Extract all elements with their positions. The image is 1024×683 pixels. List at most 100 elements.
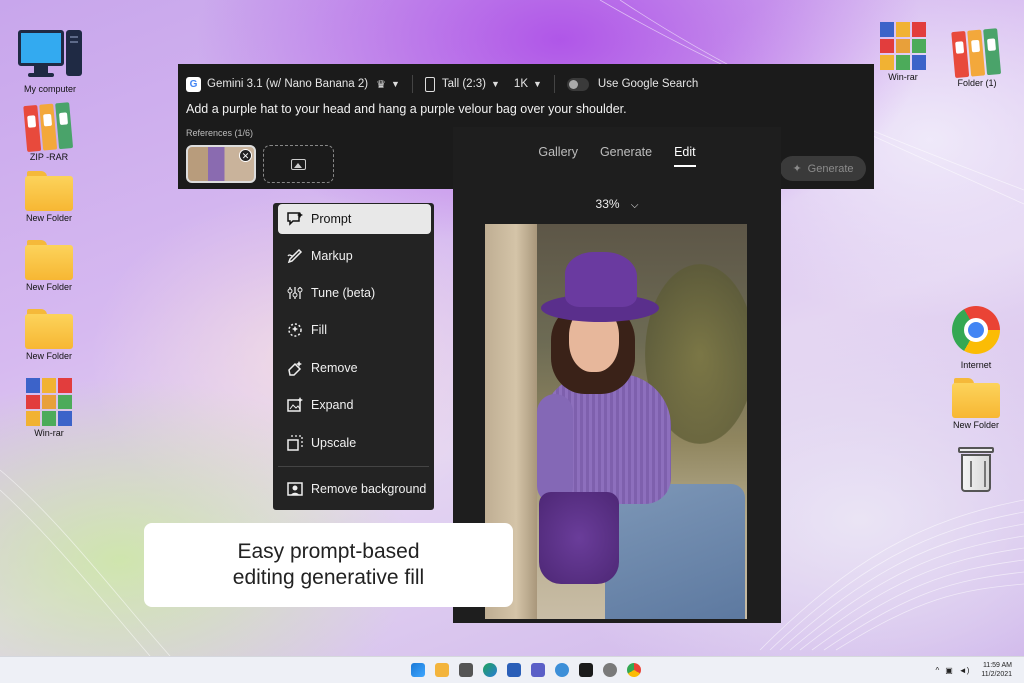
tool-label: Fill — [311, 323, 327, 337]
chrome-taskbar-icon[interactable] — [627, 663, 641, 677]
remove-background-icon — [286, 480, 304, 498]
folder-icon — [25, 309, 73, 349]
store-icon[interactable] — [507, 663, 521, 677]
tool-label: Tune (beta) — [311, 286, 376, 300]
recycle-bin-icon — [956, 445, 996, 495]
start-icon[interactable] — [411, 663, 425, 677]
tool-markup[interactable]: Markup — [278, 241, 431, 271]
desktop-icon-label: New Folder — [25, 213, 72, 223]
edit-tools-menu: Prompt Markup Tune (beta) Fill Remove Ex… — [273, 203, 434, 510]
tab-edit[interactable]: Edit — [674, 137, 696, 167]
desktop-icon-my-computer[interactable]: My computer — [14, 26, 86, 94]
caption-line-1: Easy prompt-based — [237, 540, 420, 563]
markup-icon — [286, 247, 304, 265]
generate-button[interactable]: ✦ Generate — [780, 156, 866, 181]
desktop-icon-new-folder-3[interactable]: New Folder — [13, 309, 85, 361]
desktop-icon-zip-rar[interactable]: ZIP -RAR — [13, 100, 85, 162]
desktop-icon-new-folder-right[interactable]: New Folder — [940, 378, 1012, 430]
folder-icon — [25, 240, 73, 280]
desktop-icon-label: My computer — [23, 84, 76, 94]
google-search-label: Use Google Search — [597, 78, 699, 90]
desktop-icon-label: Win-rar — [34, 428, 64, 438]
crown-icon: ♛ — [376, 78, 386, 91]
desktop-icon-winrar[interactable]: Win-rar — [13, 378, 85, 438]
model-selector[interactable]: Gemini 3.1 (w/ Nano Banana 2) — [207, 78, 368, 90]
taskbar: ^ ▣ ◄) 11:59 AM 11/2/2021 — [0, 656, 1024, 683]
prompt-icon — [286, 210, 304, 228]
volume-icon[interactable]: ◄) — [959, 666, 970, 675]
desktop-icon-label: Internet — [960, 360, 992, 370]
chevron-down-icon[interactable]: ▼ — [491, 79, 500, 89]
tool-prompt[interactable]: Prompt — [278, 204, 431, 234]
google-search-toggle[interactable] — [566, 77, 589, 91]
zoom-control[interactable]: 33% ⌵ — [453, 197, 781, 211]
sparkle-icon: ✦ — [792, 163, 802, 175]
desktop-icon-label: New Folder — [952, 420, 999, 430]
tab-gallery[interactable]: Gallery — [538, 145, 578, 159]
tool-label: Upscale — [311, 436, 357, 450]
resolution-selector[interactable]: 1K — [514, 78, 528, 90]
reference-thumbnail[interactable]: ✕ — [186, 145, 256, 183]
expand-icon — [286, 396, 304, 414]
remove-icon — [286, 359, 304, 377]
clock[interactable]: 11:59 AM 11/2/2021 — [981, 661, 1012, 679]
aspect-ratio-selector[interactable]: Tall (2:3) — [442, 78, 486, 90]
tool-label: Remove — [311, 361, 358, 375]
desktop-icon-label: New Folder — [25, 351, 72, 361]
file-explorer-icon[interactable] — [435, 663, 449, 677]
winrar-icon — [880, 22, 926, 70]
chevron-down-icon[interactable]: ▼ — [533, 79, 542, 89]
tool-label: Markup — [311, 249, 353, 263]
tool-tune[interactable]: Tune (beta) — [278, 278, 431, 308]
edge-icon[interactable] — [483, 663, 497, 677]
tool-label: Remove background — [311, 482, 427, 496]
feature-caption: Easy prompt-based editing generative fil… — [144, 523, 513, 607]
add-reference-button[interactable] — [263, 145, 334, 183]
tool-expand[interactable]: Expand — [278, 390, 431, 420]
fill-icon — [286, 321, 304, 339]
desktop-icon-new-folder-2[interactable]: New Folder — [13, 240, 85, 292]
computer-icon — [18, 26, 82, 82]
aspect-ratio-icon — [424, 76, 435, 92]
divider — [278, 466, 429, 467]
tool-remove-background[interactable]: Remove background — [278, 474, 431, 504]
remove-reference-icon[interactable]: ✕ — [239, 149, 252, 162]
tab-generate[interactable]: Generate — [600, 145, 652, 159]
prompt-input[interactable]: Add a purple hat to your head and hang a… — [186, 102, 627, 116]
time: 11:59 AM — [982, 662, 1012, 669]
tool-upscale[interactable]: Upscale — [278, 428, 431, 458]
desktop-icon-label: ZIP -RAR — [29, 152, 69, 162]
divider — [553, 75, 555, 93]
network-icon[interactable]: ▣ — [945, 666, 953, 675]
desktop-icon-recycle-bin[interactable] — [940, 445, 1012, 495]
desktop-icon-winrar-right[interactable]: Win-rar — [867, 22, 939, 82]
desktop-icon-new-folder-1[interactable]: New Folder — [13, 171, 85, 223]
references-label: References (1/6) — [186, 128, 254, 138]
app-icon[interactable] — [579, 663, 593, 677]
image-icon — [291, 158, 306, 170]
chevron-down-icon: ⌵ — [630, 200, 639, 211]
tune-icon — [286, 284, 304, 302]
upscale-icon — [286, 434, 304, 452]
tool-remove[interactable]: Remove — [278, 353, 431, 383]
zoom-level: 33% — [595, 197, 620, 211]
maps-icon[interactable] — [555, 663, 569, 677]
desktop-icon-label: Win-rar — [888, 72, 918, 82]
chrome-icon — [952, 306, 1000, 354]
date: 11/2/2021 — [981, 671, 1012, 678]
tool-fill[interactable]: Fill — [278, 315, 431, 345]
teams-icon[interactable] — [531, 663, 545, 677]
tray-chevron-icon[interactable]: ^ — [935, 666, 939, 675]
edited-photo[interactable] — [485, 224, 747, 619]
generate-label: Generate — [807, 162, 854, 175]
settings-icon[interactable] — [603, 663, 617, 677]
folder-icon — [25, 171, 73, 211]
desktop-icon-label: New Folder — [25, 282, 72, 292]
desktop-icon-label: Folder (1) — [957, 78, 997, 88]
chevron-down-icon[interactable]: ▼ — [391, 79, 400, 89]
desktop-icon-folder-1[interactable]: Folder (1) — [941, 26, 1013, 88]
camera-icon[interactable] — [459, 663, 473, 677]
system-tray: ^ ▣ ◄) 11:59 AM 11/2/2021 — [935, 661, 1012, 679]
divider — [411, 75, 413, 93]
desktop-icon-internet[interactable]: Internet — [940, 306, 1012, 370]
